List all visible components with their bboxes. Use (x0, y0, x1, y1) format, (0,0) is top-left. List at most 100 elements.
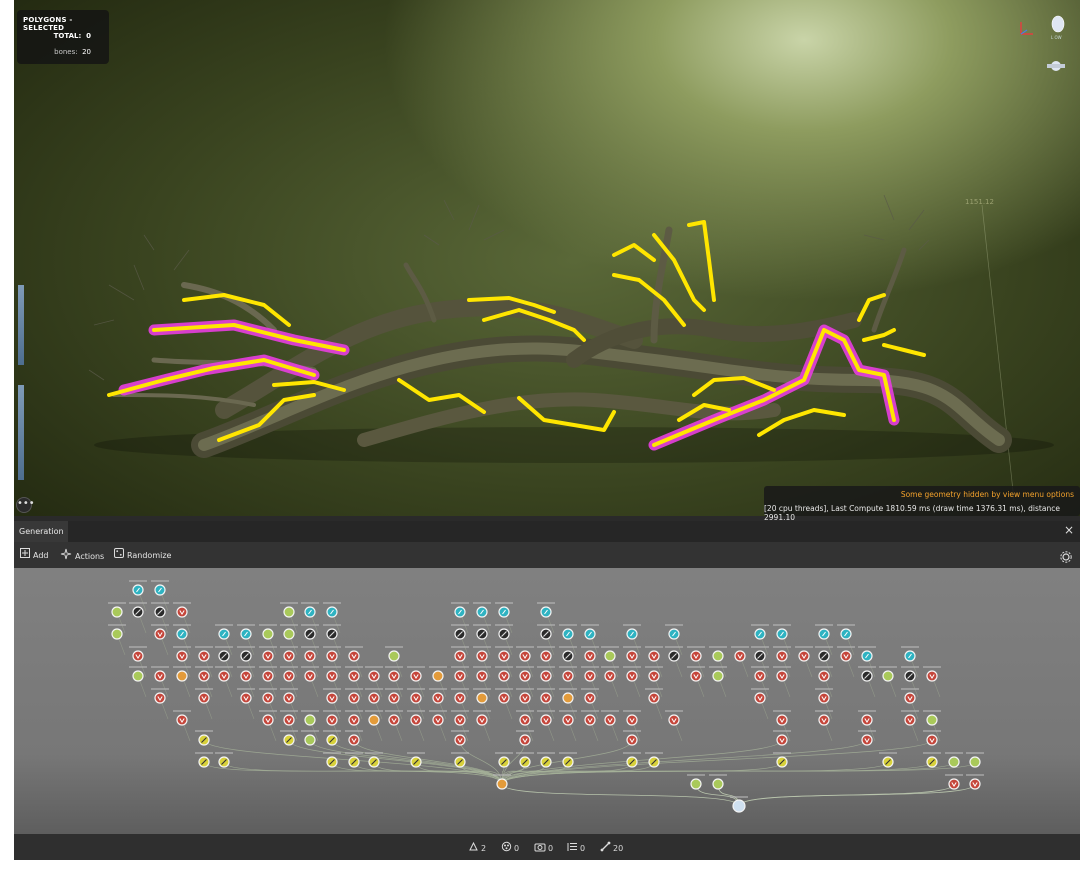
graph-node[interactable] (623, 666, 641, 682)
graph-node[interactable] (751, 624, 769, 640)
graph-node[interactable] (473, 646, 491, 662)
graph-node[interactable] (516, 730, 534, 746)
graph-node[interactable] (451, 730, 469, 746)
graph-node[interactable] (623, 710, 641, 726)
graph-node[interactable] (473, 688, 491, 704)
tab-generation[interactable]: Generation (14, 521, 68, 542)
graph-node[interactable] (559, 688, 577, 704)
graph-node[interactable] (731, 646, 749, 662)
graph-node[interactable] (259, 666, 277, 682)
3d-viewport[interactable]: POLYGONS - SELECTED TOTAL: 0 bones: 20 L… (14, 0, 1080, 522)
graph-node[interactable] (473, 624, 491, 640)
graph-node[interactable] (407, 666, 425, 682)
graph-node[interactable] (665, 646, 683, 662)
graph-node[interactable] (280, 688, 298, 704)
graph-node[interactable] (537, 752, 555, 768)
graph-node[interactable] (407, 710, 425, 726)
graph-node[interactable] (195, 688, 213, 704)
graph-node[interactable] (665, 710, 683, 726)
more-options-button[interactable]: ••• (16, 497, 35, 513)
graph-node[interactable] (709, 666, 727, 682)
graph-node[interactable] (129, 580, 147, 596)
graph-node[interactable] (108, 624, 126, 640)
graph-node[interactable] (559, 752, 577, 768)
graph-node[interactable] (495, 752, 513, 768)
graph-node[interactable] (451, 710, 469, 726)
graph-node[interactable] (601, 710, 619, 726)
graph-node[interactable] (581, 646, 599, 662)
graph-node[interactable] (773, 624, 791, 640)
graph-node[interactable] (195, 752, 213, 768)
graph-node[interactable] (345, 646, 363, 662)
graph-node[interactable] (173, 624, 191, 640)
graph-node[interactable] (516, 752, 534, 768)
graph-node[interactable] (495, 624, 513, 640)
graph-node[interactable] (215, 624, 233, 640)
graph-node[interactable] (280, 624, 298, 640)
add-button[interactable]: Add (20, 548, 49, 562)
graph-node[interactable] (237, 624, 255, 640)
graph-node[interactable] (751, 646, 769, 662)
graph-node[interactable] (451, 602, 469, 618)
graph-node[interactable] (451, 752, 469, 768)
graph-node[interactable] (815, 646, 833, 662)
graph-node[interactable] (559, 666, 577, 682)
graph-node[interactable] (858, 710, 876, 726)
graph-node[interactable] (385, 666, 403, 682)
graph-node[interactable] (581, 688, 599, 704)
graph-node[interactable] (365, 688, 383, 704)
graph-node[interactable] (495, 602, 513, 618)
actions-button[interactable]: Actions (60, 548, 104, 562)
graph-node[interactable] (108, 602, 126, 618)
graph-node[interactable] (323, 710, 341, 726)
graph-node[interactable] (215, 752, 233, 768)
graph-node[interactable] (429, 688, 447, 704)
graph-node[interactable] (559, 624, 577, 640)
graph-node[interactable] (879, 666, 897, 682)
graph-node[interactable] (537, 666, 555, 682)
graph-node[interactable] (559, 646, 577, 662)
graph-node[interactable] (301, 646, 319, 662)
graph-node[interactable] (173, 646, 191, 662)
graph-node[interactable] (495, 666, 513, 682)
graph-node[interactable] (259, 710, 277, 726)
graph-node[interactable] (687, 646, 705, 662)
graph-node[interactable] (385, 710, 403, 726)
graph-node[interactable] (280, 666, 298, 682)
graph-node[interactable] (323, 666, 341, 682)
graph-node[interactable] (385, 646, 403, 662)
graph-node[interactable] (687, 666, 705, 682)
graph-node[interactable] (516, 666, 534, 682)
graph-node[interactable] (901, 688, 919, 704)
graph-node[interactable] (429, 710, 447, 726)
graph-node[interactable] (709, 646, 727, 662)
graph-node[interactable] (537, 602, 555, 618)
graph-node[interactable] (966, 774, 984, 790)
graph-node[interactable] (645, 688, 663, 704)
graph-node[interactable] (195, 646, 213, 662)
graph-node[interactable] (280, 602, 298, 618)
graph-node[interactable] (323, 602, 341, 618)
axis-gizmo-icon[interactable] (1010, 16, 1034, 40)
graph-node[interactable] (879, 752, 897, 768)
graph-node[interactable] (259, 688, 277, 704)
graph-node[interactable] (945, 774, 963, 790)
material-count[interactable]: 0 (501, 841, 519, 853)
graph-node[interactable] (516, 688, 534, 704)
graph-node[interactable] (280, 646, 298, 662)
graph-node[interactable] (173, 710, 191, 726)
graph-node[interactable] (151, 602, 169, 618)
graph-node[interactable] (195, 730, 213, 746)
graph-node[interactable] (259, 624, 277, 640)
graph-node[interactable] (323, 730, 341, 746)
graph-node[interactable] (237, 666, 255, 682)
graph-node[interactable] (280, 710, 298, 726)
graph-node[interactable] (923, 730, 941, 746)
node-graph-canvas[interactable] (14, 568, 1080, 834)
graph-node[interactable] (495, 688, 513, 704)
graph-node[interactable] (815, 624, 833, 640)
graph-node[interactable] (687, 774, 705, 790)
graph-node[interactable] (129, 602, 147, 618)
graph-node[interactable] (901, 646, 919, 662)
graph-node[interactable] (473, 710, 491, 726)
